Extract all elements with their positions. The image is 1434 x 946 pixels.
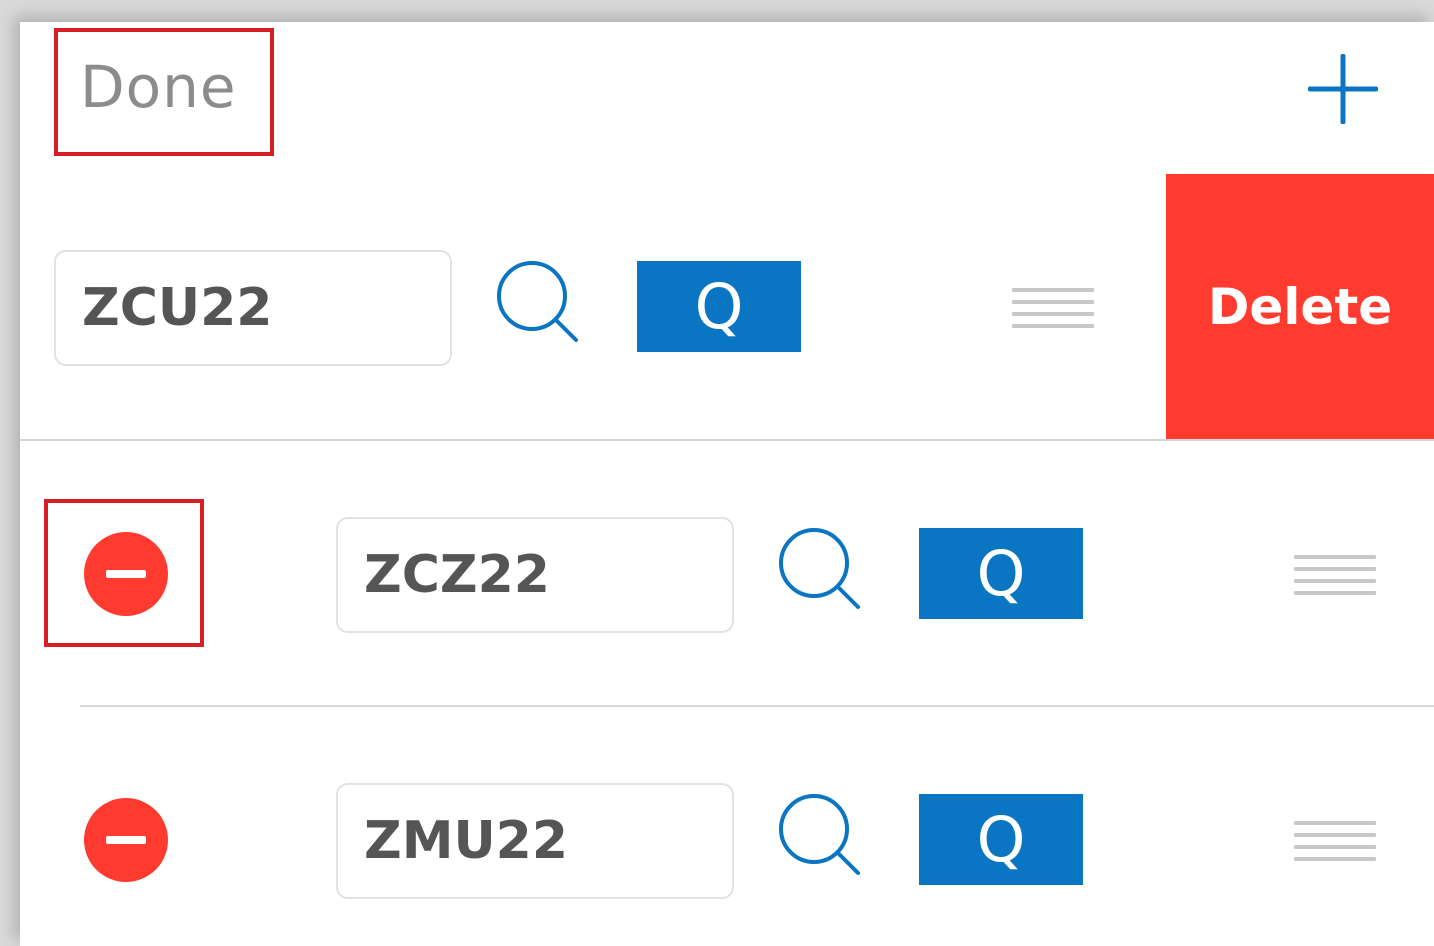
remove-row-button[interactable]	[84, 798, 168, 882]
search-icon	[779, 794, 860, 875]
add-button[interactable]	[1307, 53, 1379, 125]
symbol-field[interactable]: ZCZ22	[336, 517, 734, 633]
minus-circle-icon	[106, 836, 146, 844]
drag-handle-icon[interactable]	[1294, 555, 1376, 599]
search-button[interactable]	[778, 527, 862, 611]
delete-button[interactable]: Delete	[1166, 174, 1434, 439]
search-icon	[779, 528, 860, 609]
drag-handle-icon[interactable]	[1012, 288, 1094, 332]
quote-button[interactable]: Q	[919, 794, 1083, 885]
watchlist-edit-screen: Done ZCU22 Q Delete ZCZ22 Q ZMU22 Q	[20, 22, 1434, 946]
remove-row-button[interactable]	[84, 532, 168, 616]
search-button[interactable]	[496, 260, 580, 344]
search-button[interactable]	[778, 793, 862, 877]
symbol-field[interactable]: ZCU22	[54, 250, 452, 366]
search-icon	[497, 261, 578, 342]
drag-handle-icon[interactable]	[1294, 821, 1376, 865]
symbol-field[interactable]: ZMU22	[336, 783, 734, 899]
list-item: ZMU22 Q	[20, 707, 1434, 946]
quote-button[interactable]: Q	[637, 261, 801, 352]
minus-circle-icon	[106, 570, 146, 578]
plus-icon	[1307, 53, 1379, 125]
quote-button[interactable]: Q	[919, 528, 1083, 619]
list-item: ZCZ22 Q	[20, 441, 1434, 706]
done-button[interactable]: Done	[80, 58, 237, 116]
